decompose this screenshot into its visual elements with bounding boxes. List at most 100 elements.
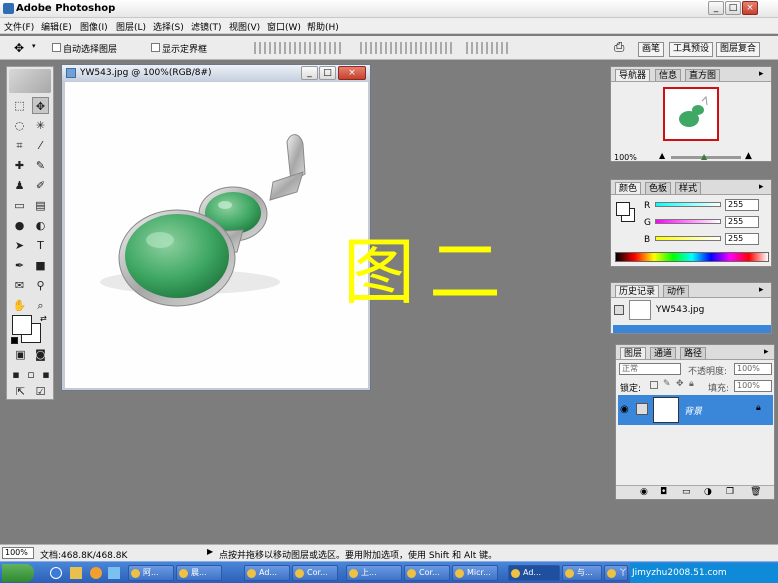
menu-image[interactable]: 图像(I)	[80, 20, 108, 33]
foreground-color-swatch[interactable]	[12, 315, 32, 335]
distribute-buttons-group[interactable]	[360, 42, 452, 54]
tab-histogram[interactable]: 直方图	[685, 69, 721, 81]
lock-transparency-icon[interactable]	[650, 381, 658, 389]
image-canvas[interactable]	[65, 82, 368, 388]
taskbar-item-7[interactable]: Micr...	[452, 565, 498, 581]
quicklaunch-folder-icon[interactable]	[70, 567, 82, 579]
start-button[interactable]	[2, 564, 34, 582]
taskbar-item-6[interactable]: Cor...	[404, 565, 450, 581]
auto-select-checkbox[interactable]	[52, 43, 61, 52]
lasso-tool-icon[interactable]: ◌	[11, 117, 28, 134]
menu-filter[interactable]: 滤镜(T)	[191, 20, 222, 33]
lock-all-icon[interactable]: 🔒︎	[689, 379, 694, 389]
blend-mode-select[interactable]: 正常	[619, 363, 681, 375]
default-colors-icon[interactable]	[11, 337, 18, 344]
snapshot-thumbnail[interactable]	[629, 300, 651, 320]
tool-preset-dropdown-icon[interactable]: ▾	[32, 42, 36, 50]
tab-swatches[interactable]: 色板	[645, 182, 672, 194]
edit-in-imageready-icon[interactable]: ☑	[32, 383, 49, 400]
shape-tool-icon[interactable]: ■	[32, 257, 49, 274]
menu-edit[interactable]: 编辑(E)	[41, 20, 72, 33]
history-brush-source-icon[interactable]	[614, 305, 624, 315]
quicklaunch-desktop-icon[interactable]	[108, 567, 120, 579]
jump-to-imageready-icon[interactable]: ⇱	[12, 383, 29, 400]
menu-select[interactable]: 选择(S)	[153, 20, 184, 33]
history-state-row[interactable]	[613, 325, 771, 333]
tab-color[interactable]: 颜色	[615, 182, 642, 194]
maximize-button[interactable]: □	[725, 1, 741, 15]
zoom-slider-handle[interactable]: ▲	[701, 152, 707, 161]
notes-tool-icon[interactable]: ✉	[11, 277, 28, 294]
zoom-out-icon[interactable]: ▲	[659, 151, 665, 160]
channel-b-input[interactable]: 255	[725, 233, 759, 245]
path-selection-tool-icon[interactable]: ➤	[11, 237, 28, 254]
type-tool-icon[interactable]: T	[32, 237, 49, 254]
layer-visibility-eye-icon[interactable]: ◉	[620, 404, 629, 415]
navigator-thumbnail[interactable]	[663, 87, 719, 141]
tab-paths[interactable]: 路径	[680, 347, 707, 359]
tab-channels[interactable]: 通道	[650, 347, 677, 359]
pen-tool-icon[interactable]: ✒	[11, 257, 28, 274]
layers-panel-menu-icon[interactable]: ▸	[764, 347, 769, 357]
tab-history[interactable]: 历史记录	[615, 285, 660, 297]
adjustment-layer-icon[interactable]: ◑	[704, 487, 712, 497]
fill-input[interactable]: 100%	[734, 380, 772, 392]
lock-image-icon[interactable]: ✎	[663, 379, 671, 389]
menu-window[interactable]: 窗口(W)	[267, 20, 301, 33]
layer-mask-icon[interactable]: ◘	[660, 487, 667, 497]
history-panel-menu-icon[interactable]: ▸	[759, 285, 764, 295]
channel-r-slider[interactable]	[655, 202, 721, 207]
brushes-well-tab[interactable]: 画笔	[638, 42, 665, 57]
magic-wand-tool-icon[interactable]: ✳	[32, 117, 49, 134]
taskbar-item-9[interactable]: 与...	[562, 565, 602, 581]
channel-b-slider[interactable]	[655, 236, 721, 241]
channel-g-slider[interactable]	[655, 219, 721, 224]
blur-tool-icon[interactable]: ●	[11, 217, 28, 234]
taskbar-item-10[interactable]: 丫...	[604, 565, 628, 581]
brush-tool-icon[interactable]: ✎	[32, 157, 49, 174]
tab-info[interactable]: 信息	[655, 69, 682, 81]
healing-brush-tool-icon[interactable]: ✚	[11, 157, 28, 174]
distribute-horizontal-group[interactable]	[466, 42, 508, 54]
tool-presets-well-tab[interactable]: 工具预设	[669, 42, 714, 57]
crop-tool-icon[interactable]: ⌗	[11, 137, 28, 154]
taskbar-item-3[interactable]: Ad...	[244, 565, 290, 581]
taskbar-item-5[interactable]: 上...	[346, 565, 402, 581]
layer-style-icon[interactable]: ◉	[640, 487, 648, 497]
eyedropper-tool-icon[interactable]: ⚲	[32, 277, 49, 294]
status-zoom-input[interactable]: 100%	[2, 547, 34, 559]
doc-maximize-button[interactable]: □	[319, 66, 336, 80]
tab-actions[interactable]: 动作	[663, 285, 690, 297]
tab-layers[interactable]: 图层	[620, 347, 647, 359]
tab-styles[interactable]: 样式	[675, 182, 702, 194]
taskbar-item-4[interactable]: Cor...	[292, 565, 338, 581]
show-bounds-checkbox[interactable]	[151, 43, 160, 52]
menu-help[interactable]: 帮助(H)	[307, 20, 339, 33]
hand-tool-icon[interactable]: ✋	[11, 297, 28, 314]
lock-position-icon[interactable]: ✥	[676, 379, 684, 389]
navigator-zoom[interactable]: 100%	[614, 153, 637, 162]
taskbar-item-1[interactable]: 阿...	[128, 565, 174, 581]
screen-mode-full-icon[interactable]: ▪	[39, 366, 53, 383]
layer-comps-well-tab[interactable]: 图层复合	[716, 42, 761, 57]
taskbar-item-8-active[interactable]: Ad...	[508, 565, 560, 581]
color-foreground-swatch[interactable]	[616, 202, 630, 216]
slice-tool-icon[interactable]: ⁄	[32, 137, 49, 154]
close-button[interactable]: ×	[742, 1, 758, 15]
dodge-tool-icon[interactable]: ◐	[32, 217, 49, 234]
layer-row-background[interactable]: ◉ 背景 🔒︎	[618, 395, 773, 425]
new-layer-icon[interactable]: ❐	[726, 487, 734, 497]
delete-layer-icon[interactable]: 🗑︎	[750, 487, 761, 497]
color-panel-menu-icon[interactable]: ▸	[759, 182, 764, 192]
menu-layer[interactable]: 图层(L)	[116, 20, 146, 33]
doc-close-button[interactable]: ×	[338, 66, 366, 80]
move-tool-icon[interactable]: ✥	[32, 97, 49, 114]
document-title-bar[interactable]: YW543.jpg @ 100%(RGB/8#) _ □ ×	[62, 65, 370, 81]
zoom-in-icon[interactable]: ▲	[745, 151, 752, 161]
minimize-button[interactable]: _	[708, 1, 724, 15]
color-spectrum-bar[interactable]	[615, 252, 769, 262]
history-brush-tool-icon[interactable]: ✐	[32, 177, 49, 194]
swap-colors-icon[interactable]: ⇄	[40, 314, 47, 323]
taskbar-item-2[interactable]: 晨...	[176, 565, 222, 581]
standard-mode-icon[interactable]: ▣	[12, 346, 29, 363]
